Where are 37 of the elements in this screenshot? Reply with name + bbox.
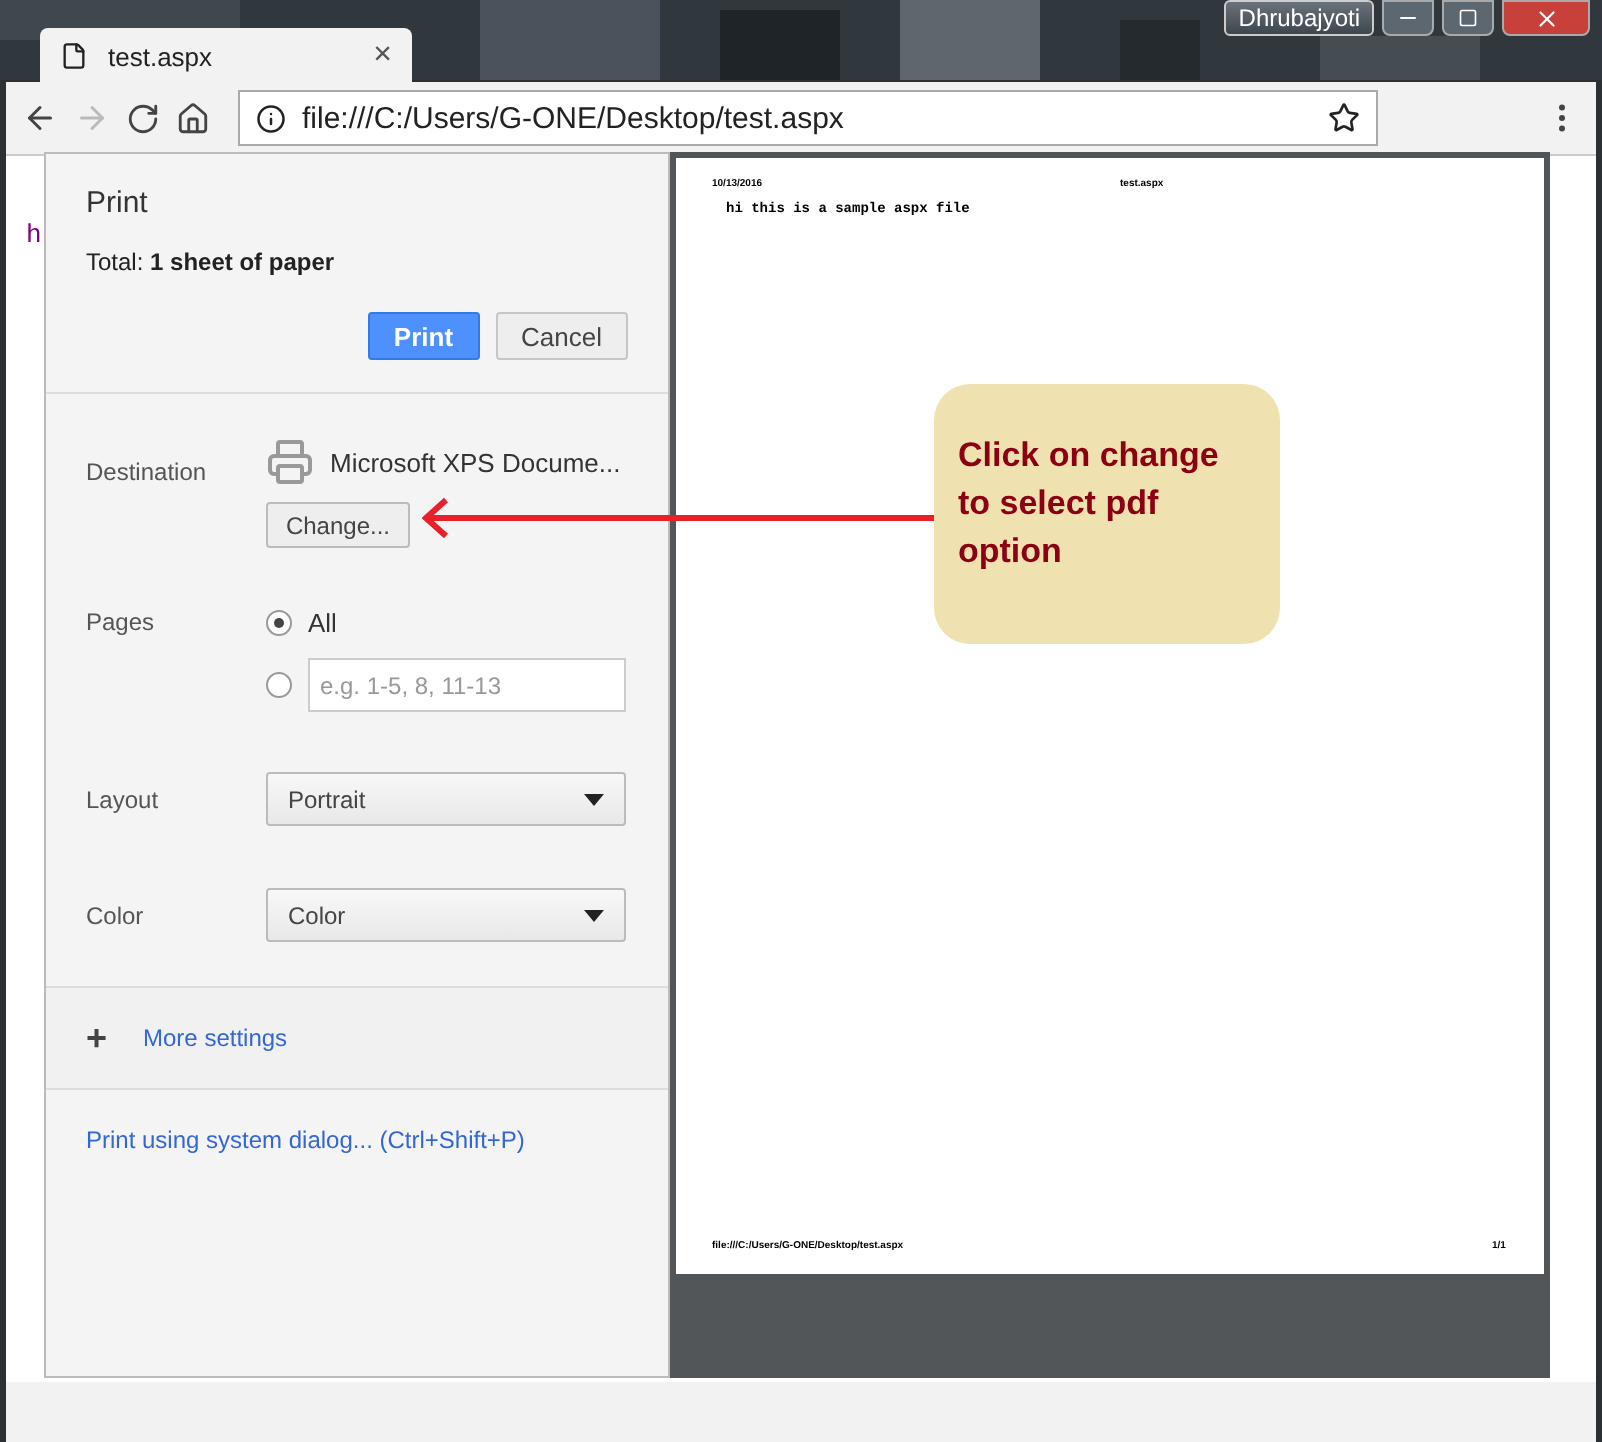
minimize-button[interactable] [1382, 0, 1434, 36]
printer-name: Microsoft XPS Docume... [330, 447, 621, 477]
printer-icon [266, 438, 314, 486]
callout-note: Click on change to select pdf option [934, 384, 1280, 644]
cancel-button[interactable]: Cancel [495, 312, 628, 360]
address-bar[interactable]: file:///C:/Users/G-ONE/Desktop/test.aspx [238, 90, 1378, 146]
home-icon[interactable] [176, 101, 210, 135]
page-text: h [26, 220, 42, 250]
field-label: Destination [86, 458, 209, 486]
total-text: Total: 1 sheet of paper [86, 248, 337, 276]
reload-icon[interactable] [126, 101, 160, 135]
close-button[interactable] [1502, 0, 1590, 36]
profile-button[interactable]: Dhrubajyoti [1224, 0, 1374, 36]
color-dropdown[interactable]: Color [266, 888, 626, 942]
radio-button[interactable] [266, 672, 292, 698]
field-label: Layout [86, 785, 161, 813]
star-icon[interactable] [1328, 102, 1360, 134]
maximize-button[interactable] [1442, 0, 1494, 36]
radio-label: All [308, 608, 337, 638]
back-icon[interactable] [22, 100, 58, 136]
browser-tab[interactable]: test.aspx × [40, 28, 412, 84]
file-icon [60, 42, 88, 70]
caret-icon [584, 909, 604, 921]
caret-icon [584, 793, 604, 805]
change-button[interactable]: Change... [266, 502, 410, 548]
maximize-icon [1458, 8, 1478, 28]
radio-button[interactable] [266, 610, 292, 636]
panel-title: Print [86, 186, 150, 220]
more-settings-link[interactable]: More settings [143, 1024, 288, 1052]
plus-icon: + [86, 1017, 108, 1059]
pages-field[interactable]: e.g. 1-5, 8, 11-13 [308, 658, 626, 712]
info-icon [256, 103, 286, 133]
system-dialog-link[interactable]: Print using system dialog... (Ctrl+Shift+P) [46, 1090, 668, 1190]
field-label: Color [86, 901, 146, 929]
field-label: Pages [86, 608, 157, 636]
layout-dropdown[interactable]: Portrait [266, 772, 626, 826]
close-icon [1533, 5, 1559, 31]
